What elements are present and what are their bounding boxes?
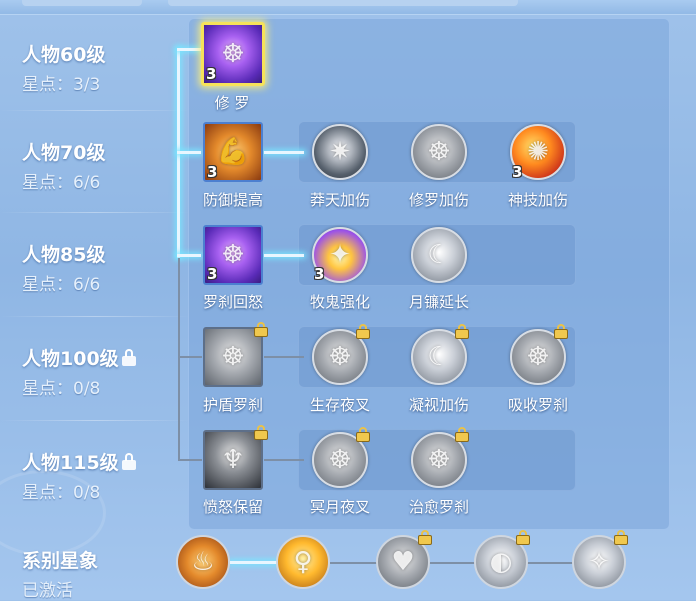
skill-label: 生存夜叉 bbox=[309, 396, 370, 414]
level-60: 人物60级 星点：3/3 bbox=[0, 36, 190, 136]
lock-icon bbox=[254, 322, 268, 337]
tree-branch bbox=[177, 254, 201, 257]
tree-branch bbox=[177, 151, 201, 154]
burst-icon: ✷ bbox=[329, 137, 351, 167]
lock-icon bbox=[455, 324, 469, 339]
flame-hand-icon: ♨ bbox=[191, 547, 215, 577]
tree-branch bbox=[264, 151, 304, 154]
divider bbox=[0, 316, 190, 317]
level-title: 人物85级 bbox=[22, 244, 106, 266]
skill-yuelian-extend[interactable]: ☾ bbox=[411, 227, 467, 283]
skill-count: 3 bbox=[512, 163, 523, 181]
skill-label: 牧鬼强化 bbox=[309, 293, 370, 311]
figure-glow-icon: ♀ bbox=[293, 547, 313, 577]
skill-count: 3 bbox=[207, 163, 218, 181]
tree-branch bbox=[264, 459, 304, 461]
level-stars: 星点：0/8 bbox=[22, 483, 101, 503]
divider bbox=[0, 212, 190, 213]
series-title: 系别星象 bbox=[22, 550, 99, 572]
skill-label: 修 罗 bbox=[214, 94, 250, 112]
lock-icon bbox=[121, 348, 136, 366]
tree-branch bbox=[264, 356, 304, 358]
skill-label: 愤怒保留 bbox=[202, 498, 263, 516]
divider bbox=[0, 420, 190, 421]
demon-face-icon: ☸ bbox=[427, 137, 451, 167]
tree-line-inactive bbox=[178, 258, 180, 460]
skill-count: 3 bbox=[206, 65, 217, 83]
winged-demon-icon: ♆ bbox=[221, 445, 245, 475]
scythe-slash-icon: ☾ bbox=[427, 240, 451, 270]
divider bbox=[0, 110, 190, 111]
skill-xiuluo-dmg[interactable]: ☸ bbox=[411, 124, 467, 180]
skill-label: 修罗加伤 bbox=[408, 191, 469, 209]
level-stars: 星点：6/6 bbox=[22, 275, 101, 295]
skill-count: 3 bbox=[314, 265, 325, 283]
series-link-inactive bbox=[330, 562, 590, 564]
tree-branch bbox=[178, 459, 202, 461]
lock-icon bbox=[356, 427, 370, 442]
lock-icon bbox=[455, 427, 469, 442]
level-stars: 星点：3/3 bbox=[22, 75, 101, 95]
lock-icon bbox=[554, 324, 568, 339]
skill-label: 护盾罗刹 bbox=[202, 396, 263, 414]
top-bar bbox=[0, 0, 696, 15]
series-status: 已激活 bbox=[22, 581, 73, 601]
level-stars: 星点：0/8 bbox=[22, 379, 101, 399]
star-sign-gold[interactable]: ♀ bbox=[276, 535, 330, 589]
level-85: 人物85级 星点：6/6 bbox=[0, 236, 190, 336]
skill-label: 罗刹回怒 bbox=[202, 293, 263, 311]
skill-mangtian-dmg[interactable]: ✷ bbox=[312, 124, 368, 180]
level-title-text: 人物100级 bbox=[22, 348, 119, 370]
skill-label: 冥月夜叉 bbox=[309, 498, 370, 516]
skill-label: 治愈罗刹 bbox=[408, 498, 469, 516]
skill-label: 凝视加伤 bbox=[408, 396, 469, 414]
skill-count: 3 bbox=[207, 265, 218, 283]
lock-icon bbox=[516, 530, 530, 545]
level-title: 人物100级 bbox=[22, 344, 136, 371]
top-tab-left[interactable] bbox=[22, 0, 142, 6]
level-title: 人物70级 bbox=[22, 142, 106, 164]
skill-label: 防御提高 bbox=[202, 191, 263, 209]
level-115: 人物115级 星点：0/8 bbox=[0, 444, 190, 544]
star-sign-fire[interactable]: ♨ bbox=[176, 535, 230, 589]
skill-label: 吸收罗刹 bbox=[507, 396, 568, 414]
lock-icon bbox=[121, 452, 136, 470]
level-title: 人物115级 bbox=[22, 448, 136, 475]
level-100: 人物100级 星点：0/8 bbox=[0, 340, 190, 440]
lock-icon bbox=[418, 530, 432, 545]
level-title-text: 人物115级 bbox=[22, 452, 119, 474]
skill-label: 莽天加伤 bbox=[309, 191, 370, 209]
level-title: 人物60级 bbox=[22, 44, 106, 66]
skill-label: 月镰延长 bbox=[408, 293, 469, 311]
lock-icon bbox=[254, 425, 268, 440]
tree-branch bbox=[264, 254, 304, 257]
lock-icon bbox=[614, 530, 628, 545]
top-tab-right[interactable] bbox=[168, 0, 518, 6]
skill-label: 神技加伤 bbox=[507, 191, 568, 209]
demon-face-icon: ☸ bbox=[221, 342, 245, 372]
level-stars: 星点：6/6 bbox=[22, 173, 101, 193]
tree-branch bbox=[177, 48, 201, 51]
tree-branch bbox=[178, 356, 202, 358]
level-70: 人物70级 星点：6/6 bbox=[0, 134, 190, 234]
lock-icon bbox=[356, 324, 370, 339]
